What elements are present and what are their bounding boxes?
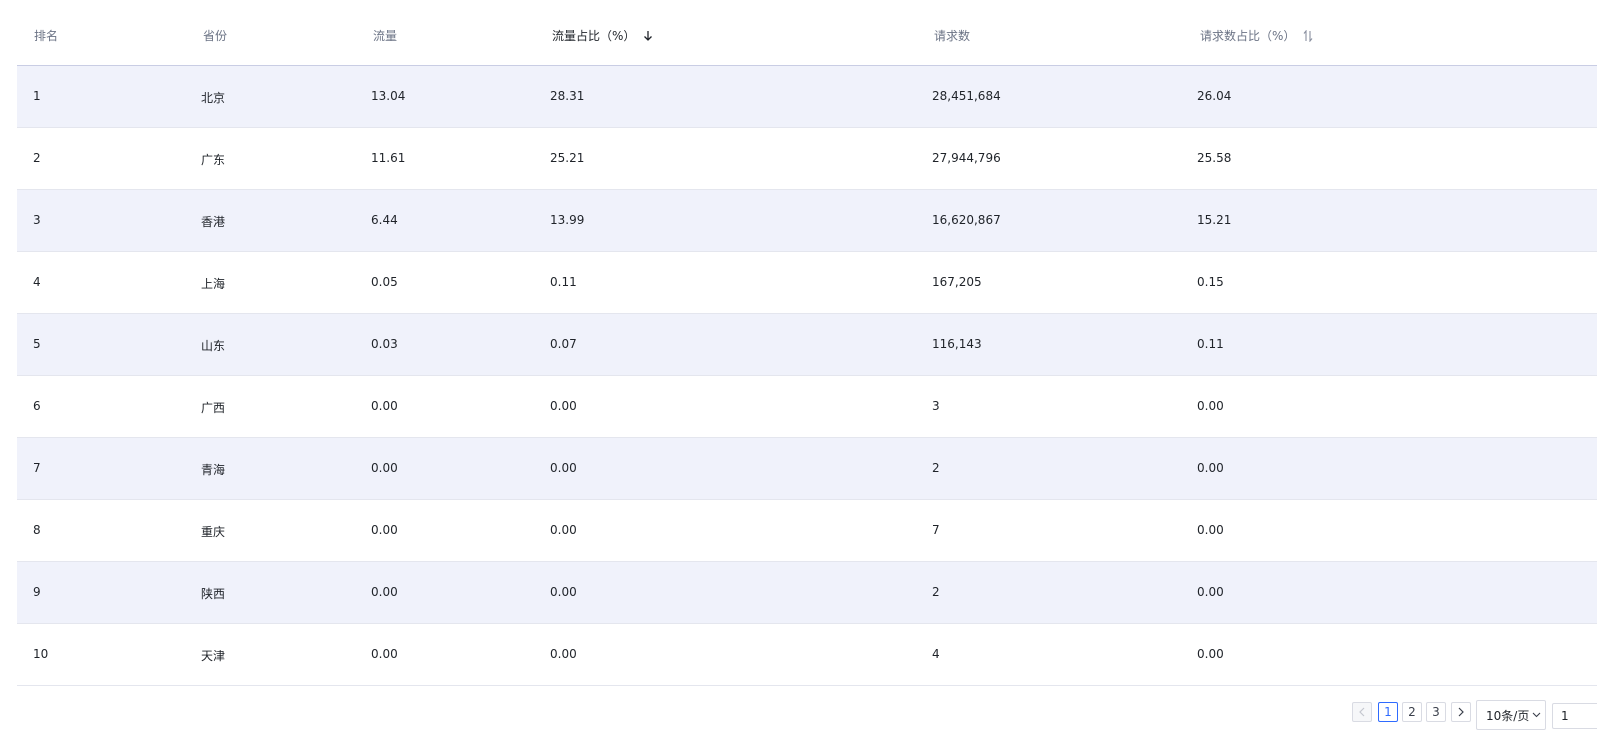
cell-traffic-share: 0.00 xyxy=(550,399,577,413)
cell-traffic-share: 0.07 xyxy=(550,337,577,351)
header-traffic: 流量 xyxy=(373,29,398,43)
table-row: 4 上海 0.05 0.11 167,205 0.15 xyxy=(17,252,1597,314)
cell-traffic-share: 28.31 xyxy=(550,89,585,103)
cell-province: 香港 xyxy=(201,215,226,229)
cell-traffic-share: 0.00 xyxy=(550,585,577,599)
cell-rank: 5 xyxy=(33,337,41,351)
cell-traffic-share: 25.21 xyxy=(550,151,585,165)
cell-rank: 4 xyxy=(33,275,41,289)
table-body: 1 北京 13.04 28.31 28,451,684 26.04 2 广东 11.61 25.2… xyxy=(17,66,1597,686)
cell-traffic-share: 13.99 xyxy=(550,213,585,227)
cell-traffic: 11.61 xyxy=(371,151,406,165)
cell-requests-share: 0.00 xyxy=(1197,523,1224,537)
cell-rank: 2 xyxy=(33,151,41,165)
table-row: 7 青海 0.00 0.00 2 0.00 xyxy=(17,438,1597,500)
cell-traffic-share: 0.00 xyxy=(550,461,577,475)
chevron-left-icon xyxy=(1359,707,1365,717)
header-requests-share[interactable]: 请求数占比（%） xyxy=(1200,27,1313,45)
cell-requests: 3 xyxy=(932,399,940,413)
table-row: 1 北京 13.04 28.31 28,451,684 26.04 xyxy=(17,66,1597,128)
cell-rank: 1 xyxy=(33,89,41,103)
page-button-3[interactable]: 3 xyxy=(1426,702,1446,722)
table-row: 3 香港 6.44 13.99 16,620,867 15.21 xyxy=(17,190,1597,252)
table-row: 10 天津 0.00 0.00 4 0.00 xyxy=(17,624,1597,686)
header-traffic-share-label: 流量占比（%） xyxy=(552,29,636,43)
cell-traffic-share: 0.11 xyxy=(550,275,577,289)
sort-toggle-icon[interactable] xyxy=(1303,29,1313,45)
cell-requests-share: 15.21 xyxy=(1197,213,1232,227)
cell-requests: 167,205 xyxy=(932,275,982,289)
page-jump-input[interactable]: 1 xyxy=(1552,703,1597,729)
cell-traffic: 6.44 xyxy=(371,213,398,227)
cell-rank: 7 xyxy=(33,461,41,475)
prev-page-button[interactable] xyxy=(1352,702,1372,722)
cell-traffic: 0.00 xyxy=(371,399,398,413)
page-size-select[interactable]: 10条/页 xyxy=(1476,700,1546,730)
page-size-value: 10条/页 xyxy=(1486,708,1530,723)
cell-requests: 4 xyxy=(932,647,940,661)
cell-requests: 28,451,684 xyxy=(932,89,1001,103)
table-row: 5 山东 0.03 0.07 116,143 0.11 xyxy=(17,314,1597,376)
cell-traffic-share: 0.00 xyxy=(550,647,577,661)
header-province: 省份 xyxy=(203,29,228,43)
cell-province: 青海 xyxy=(201,463,226,477)
cell-traffic: 0.00 xyxy=(371,461,398,475)
cell-traffic-share: 0.00 xyxy=(550,523,577,537)
chevron-right-icon xyxy=(1458,707,1464,717)
cell-requests: 7 xyxy=(932,523,940,537)
header-requests-share-label: 请求数占比（%） xyxy=(1200,29,1296,43)
cell-requests: 116,143 xyxy=(932,337,982,351)
cell-requests-share: 0.00 xyxy=(1197,399,1224,413)
cell-rank: 3 xyxy=(33,213,41,227)
cell-rank: 8 xyxy=(33,523,41,537)
cell-traffic: 0.03 xyxy=(371,337,398,351)
cell-traffic: 13.04 xyxy=(371,89,406,103)
cell-traffic: 0.00 xyxy=(371,585,398,599)
table-row: 6 广西 0.00 0.00 3 0.00 xyxy=(17,376,1597,438)
header-requests: 请求数 xyxy=(934,29,971,43)
header-rank: 排名 xyxy=(34,29,59,43)
cell-requests-share: 26.04 xyxy=(1197,89,1232,103)
cell-traffic: 0.05 xyxy=(371,275,398,289)
page-button-2[interactable]: 2 xyxy=(1402,702,1422,722)
cell-requests: 2 xyxy=(932,585,940,599)
cell-province: 山东 xyxy=(201,339,226,353)
cell-province: 上海 xyxy=(201,277,226,291)
cell-requests-share: 0.15 xyxy=(1197,275,1224,289)
cell-rank: 10 xyxy=(33,647,49,661)
cell-province: 广东 xyxy=(201,153,226,167)
page-button-1[interactable]: 1 xyxy=(1378,702,1398,722)
cell-province: 重庆 xyxy=(201,525,226,539)
table-row: 9 陕西 0.00 0.00 2 0.00 xyxy=(17,562,1597,624)
cell-traffic: 0.00 xyxy=(371,523,398,537)
table-row: 8 重庆 0.00 0.00 7 0.00 xyxy=(17,500,1597,562)
cell-requests-share: 0.00 xyxy=(1197,585,1224,599)
cell-requests-share: 0.00 xyxy=(1197,461,1224,475)
chevron-down-icon xyxy=(1532,712,1541,718)
cell-province: 广西 xyxy=(201,401,226,415)
cell-province: 天津 xyxy=(201,649,226,663)
cell-requests-share: 0.11 xyxy=(1197,337,1224,351)
cell-traffic: 0.00 xyxy=(371,647,398,661)
cell-requests-share: 0.00 xyxy=(1197,647,1224,661)
table-row: 2 广东 11.61 25.21 27,944,796 25.58 xyxy=(17,128,1597,190)
header-traffic-share[interactable]: 流量占比（%） xyxy=(552,27,653,45)
cell-requests: 2 xyxy=(932,461,940,475)
cell-rank: 6 xyxy=(33,399,41,413)
cell-province: 陕西 xyxy=(201,587,226,601)
arrow-down-icon[interactable] xyxy=(643,30,653,45)
cell-requests-share: 25.58 xyxy=(1197,151,1232,165)
cell-requests: 16,620,867 xyxy=(932,213,1001,227)
table-header: 排名 省份 流量 流量占比（%） 请求数 请求数占比（%） xyxy=(17,0,1597,66)
cell-requests: 27,944,796 xyxy=(932,151,1001,165)
cell-province: 北京 xyxy=(201,91,226,105)
cell-rank: 9 xyxy=(33,585,41,599)
next-page-button[interactable] xyxy=(1451,702,1471,722)
data-table: 排名 省份 流量 流量占比（%） 请求数 请求数占比（%） 1 北京 13.04 28… xyxy=(17,0,1597,686)
